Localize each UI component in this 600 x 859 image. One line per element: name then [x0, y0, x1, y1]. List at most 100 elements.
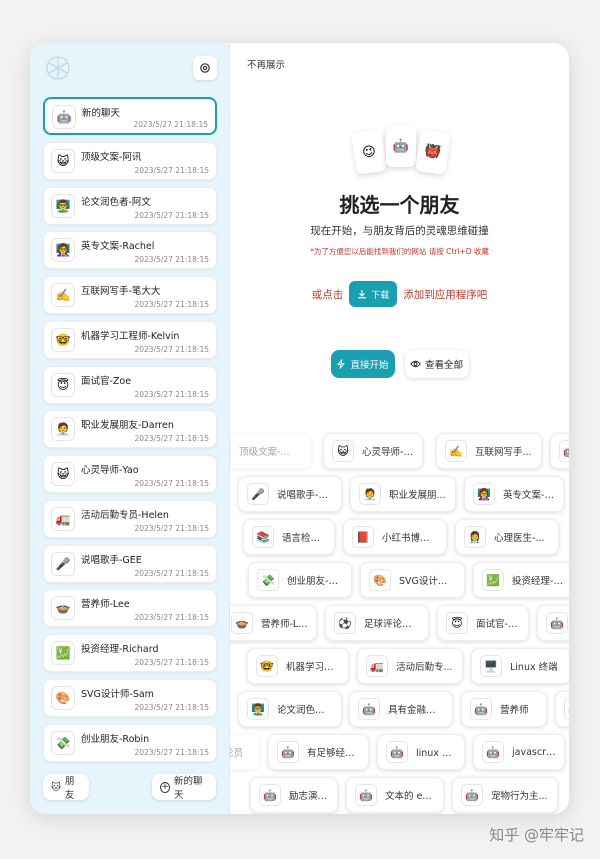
mask-row: 🤓 机器学习工程... 🚛 活动后勤专... 🖥️ Linux 终端 — [230, 648, 569, 684]
mask-card[interactable]: 🧑‍💼 职业发展朋... — [350, 476, 456, 512]
mask-card-label: 投资经理-R... — [512, 576, 564, 587]
start-label: 直接开始 — [350, 360, 389, 371]
dont-show-again-link[interactable]: 不再展示 — [247, 57, 285, 71]
mask-card[interactable]: 📚 语言检测器 — [243, 519, 335, 555]
mask-card[interactable]: 📕 小红书博主... — [343, 519, 447, 555]
mask-card[interactable]: 🎨 SVG设计师... — [360, 562, 465, 598]
chat-item[interactable]: 🎨 SVG设计师-Sam 2023/5/27 21:18:15 — [43, 678, 217, 717]
start-button[interactable]: 直接开始 — [330, 350, 395, 378]
mask-avatar-icon: 🤖 — [355, 784, 377, 806]
mask-card[interactable]: 🤓 机器学习工程... — [247, 648, 349, 684]
mask-avatar-icon: 🤖 — [546, 612, 568, 634]
chat-item[interactable]: 💸 创业朋友-Robin 2023/5/27 21:18:15 — [43, 723, 217, 762]
settings-button[interactable] — [193, 56, 217, 80]
mask-card[interactable]: 🤖 有足够经验... — [268, 734, 369, 770]
mask-card-label: 励志演说家 — [289, 791, 329, 802]
chat-list: 🤖 新的聊天 2023/5/27 21:18:15 😺 顶级文案-阿讯 2023/5/27… — [43, 97, 217, 768]
mask-card[interactable]: ⚽ 足球评论员... — [325, 605, 429, 641]
mask-card-label: 宠物行为主... — [491, 791, 548, 802]
app-window: 🤖 新的聊天 2023/5/27 21:18:15 😺 顶级文案-阿讯 2023/5/27… — [30, 43, 569, 814]
mask-card[interactable]: ✍️ 互联网写手... — [436, 433, 542, 469]
action-row: 直接开始 查看全部 — [230, 350, 569, 378]
chat-item[interactable]: 💹 投资经理-Richard 2023/5/27 21:18:15 — [43, 634, 217, 672]
chat-item[interactable]: 🧑‍💼 职业发展朋友-Darren 2023/5/27 21:18:15 — [43, 410, 217, 449]
mask-card-label: 顶级文案-... — [239, 447, 290, 458]
mask-card[interactable]: 🤖 营养师 — [461, 691, 547, 727]
mask-card[interactable]: 🤖 — [550, 433, 569, 469]
mask-card-label: 具有金融市... — [388, 705, 444, 716]
mask-card[interactable]: 😺 顶级文案-... — [230, 433, 312, 469]
mask-card[interactable]: 论员 — [230, 734, 260, 770]
mask-card[interactable]: 🍲 营养师-Lee — [230, 605, 317, 641]
mask-card-label: 足球评论员... — [364, 619, 420, 630]
chat-title: 机器学习工程师-Kelvin — [81, 330, 180, 342]
chat-item[interactable]: 🍲 营养师-Lee 2023/5/27 21:18:15 — [43, 589, 217, 628]
mask-card[interactable]: 😺 心灵导师-Yao — [323, 433, 423, 469]
mask-avatar-icon: ✍️ — [445, 440, 467, 462]
mask-card-label: 创业朋友-R... — [287, 576, 343, 587]
mask-row: 😺 顶级文案-... 😺 心灵导师-Yao ✍️ 互联网写手... 🤖 — [230, 433, 569, 469]
page-title: 挑选一个朋友 — [339, 193, 460, 217]
mask-card-label: 心理医生-... — [494, 533, 545, 544]
mask-gallery: 😺 顶级文案-... 😺 心灵导师-Yao ✍️ 互联网写手... 🤖 🎤 说唱歌手-G... 🧑… — [230, 433, 569, 814]
chat-timestamp: 2023/5/27 21:18:15 — [134, 165, 209, 175]
bookmark-tip: *为了方便您以后能找到我们的网站 请按 Ctrl+D 收藏 — [310, 247, 489, 256]
chat-item[interactable]: 🤖 新的聊天 2023/5/27 21:18:15 — [43, 97, 217, 135]
lightning-icon — [337, 359, 346, 369]
mask-card[interactable]: 😇 面试官-Zoe — [437, 605, 529, 641]
or-click-text: 或点击 — [311, 288, 344, 301]
chat-title: 心灵导师-Yao — [81, 465, 139, 476]
download-row: 或点击 下载 添加到应用程序吧 — [230, 281, 569, 307]
chat-item[interactable]: 🚛 活动后勤专员-Helen 2023/5/27 21:18:15 — [43, 499, 217, 538]
mask-card[interactable]: 👩‍🏫 英专文案-R... — [464, 476, 564, 512]
mask-card[interactable]: 🤖 文本的 excel — [346, 777, 444, 813]
chat-timestamp: 2023/5/27 21:18:15 — [134, 702, 209, 712]
mask-card-label: 心灵导师-Yao — [362, 447, 414, 458]
openai-logo-icon — [46, 56, 70, 80]
mask-card-label: 面试官-Zoe — [476, 619, 520, 630]
chat-item[interactable]: 🤓 机器学习工程师-Kelvin 2023/5/27 21:18:15 — [43, 320, 217, 359]
download-icon — [358, 290, 367, 299]
mask-avatar-icon: 🤖 — [358, 698, 380, 720]
chat-item[interactable]: 😺 心灵导师-Yao 2023/5/27 21:18:15 — [43, 455, 217, 493]
chat-item[interactable]: 😇 面试官-Zoe 2023/5/27 21:18:15 — [43, 365, 217, 404]
mask-card[interactable]: 🤖 javascript ... — [473, 734, 565, 770]
chat-item[interactable]: 😺 顶级文案-阿讯 2023/5/27 21:18:15 — [43, 141, 217, 180]
chat-item[interactable]: 👨‍🏫 论文润色者-阿文 2023/5/27 21:18:15 — [43, 186, 217, 225]
mask-card[interactable]: 🤖 — [555, 691, 569, 727]
mask-button-label: 朋友 — [64, 776, 75, 801]
chat-title: 创业朋友-Robin — [81, 733, 150, 745]
mask-card-label: 文本的 excel — [385, 791, 435, 802]
mask-avatar-icon: 🤖 — [470, 698, 492, 720]
mask-avatar-icon: 👨‍🏫 — [247, 698, 269, 720]
mask-card[interactable]: 💸 创业朋友-R... — [248, 562, 352, 598]
view-all-button[interactable]: 查看全部 — [404, 350, 469, 378]
mask-card[interactable]: 👨‍🏫 论文润色者... — [238, 691, 342, 727]
mask-card[interactable]: 🤖 宠物行为主... — [452, 777, 558, 813]
mask-card[interactable]: 💹 投资经理-R... — [473, 562, 569, 598]
page-subtitle: 现在开始，与朋友背后的灵魂思维碰撞 — [310, 225, 489, 237]
mask-card[interactable]: 🖥️ Linux 终端 — [471, 648, 569, 684]
mask-row: 💸 创业朋友-R... 🎨 SVG设计师... 💹 投资经理-R... — [230, 562, 569, 598]
mask-card[interactable]: 👩‍⚕️ 心理医生-... — [455, 519, 559, 555]
chat-item[interactable]: 👩‍🏫 英专文案-Rachel 2023/5/27 21:18:15 — [43, 231, 217, 270]
mask-card[interactable]: 🤖 励志演说家 — [250, 777, 338, 813]
mask-card[interactable]: 🤖 具有金融市... — [349, 691, 453, 727]
mask-card[interactable]: 🎤 说唱歌手-G... — [238, 476, 342, 512]
chat-item[interactable]: 🎤 说唱歌手-GEE 2023/5/27 21:18:15 — [43, 544, 217, 583]
chat-avatar-icon: 👨‍🏫 — [51, 193, 75, 218]
mask-card[interactable]: 🚛 活动后勤专... — [357, 648, 463, 684]
mask-avatar-icon: 📕 — [352, 526, 374, 548]
mask-card-label: 有足够经验... — [307, 748, 360, 759]
mask-card[interactable]: 🤖 — [537, 605, 569, 641]
mask-card-label: 机器学习工程... — [286, 662, 340, 673]
mask-avatar-icon: 🤖 — [461, 784, 483, 806]
mask-avatar-icon: 🍲 — [231, 612, 253, 634]
chat-avatar-icon: 😺 — [51, 462, 75, 486]
mask-button[interactable]: 🐱 朋友 — [43, 774, 89, 801]
new-chat-button[interactable]: + 新的聊天 — [152, 774, 216, 801]
mask-card-label: 英专文案-R... — [503, 490, 555, 501]
download-button[interactable]: 下载 — [349, 281, 398, 307]
chat-item[interactable]: ✍️ 互联网写手-笔大大 2023/5/27 21:18:15 — [43, 276, 217, 314]
mask-card[interactable]: 🤖 linux 终端 — [377, 734, 465, 770]
